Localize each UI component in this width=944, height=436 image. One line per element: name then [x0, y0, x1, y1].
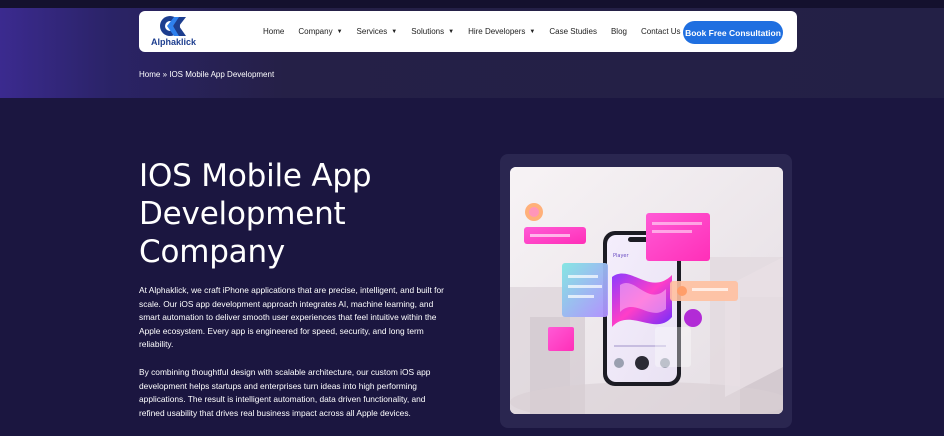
breadcrumb: Home » IOS Mobile App Development — [139, 70, 275, 79]
nav-blog[interactable]: Blog — [611, 27, 627, 36]
logo[interactable]: Alphaklick — [151, 15, 199, 49]
intro-paragraph-1: At Alphaklick, we craft iPhone applicati… — [139, 285, 444, 349]
alphaklick-logo-icon — [160, 16, 186, 36]
iphone-app-illustration: Player — [510, 167, 783, 414]
page-title: IOS Mobile App Development Company — [139, 158, 372, 270]
book-consultation-button[interactable]: Book Free Consultation — [683, 21, 783, 44]
nav-services[interactable]: Services ▼ — [357, 27, 398, 36]
nav-home[interactable]: Home — [263, 27, 284, 36]
nav-case-studies[interactable]: Case Studies — [549, 27, 597, 36]
chevron-down-icon: ▼ — [391, 28, 398, 35]
intro-paragraph-2: By combining thoughtful design with scal… — [139, 367, 431, 418]
nav-company[interactable]: Company ▼ — [298, 27, 342, 36]
top-strip — [0, 0, 944, 8]
main-nav: Home Company ▼ Services ▼ Solutions ▼ Hire … — [263, 11, 681, 52]
logo-text: Alphaklick — [151, 37, 197, 47]
chevron-down-icon: ▼ — [336, 28, 343, 35]
nav-hire-developers[interactable]: Hire Developers ▼ — [468, 27, 535, 36]
phone-screen-label: Player — [613, 253, 630, 259]
chevron-down-icon: ▼ — [529, 28, 536, 35]
navbar: Alphaklick Home Company ▼ Services ▼ Solut… — [139, 11, 797, 52]
chevron-down-icon: ▼ — [448, 28, 455, 35]
hero-illustration: Player — [510, 167, 783, 414]
nav-solutions[interactable]: Solutions ▼ — [411, 27, 454, 36]
nav-contact-us[interactable]: Contact Us — [641, 27, 681, 36]
